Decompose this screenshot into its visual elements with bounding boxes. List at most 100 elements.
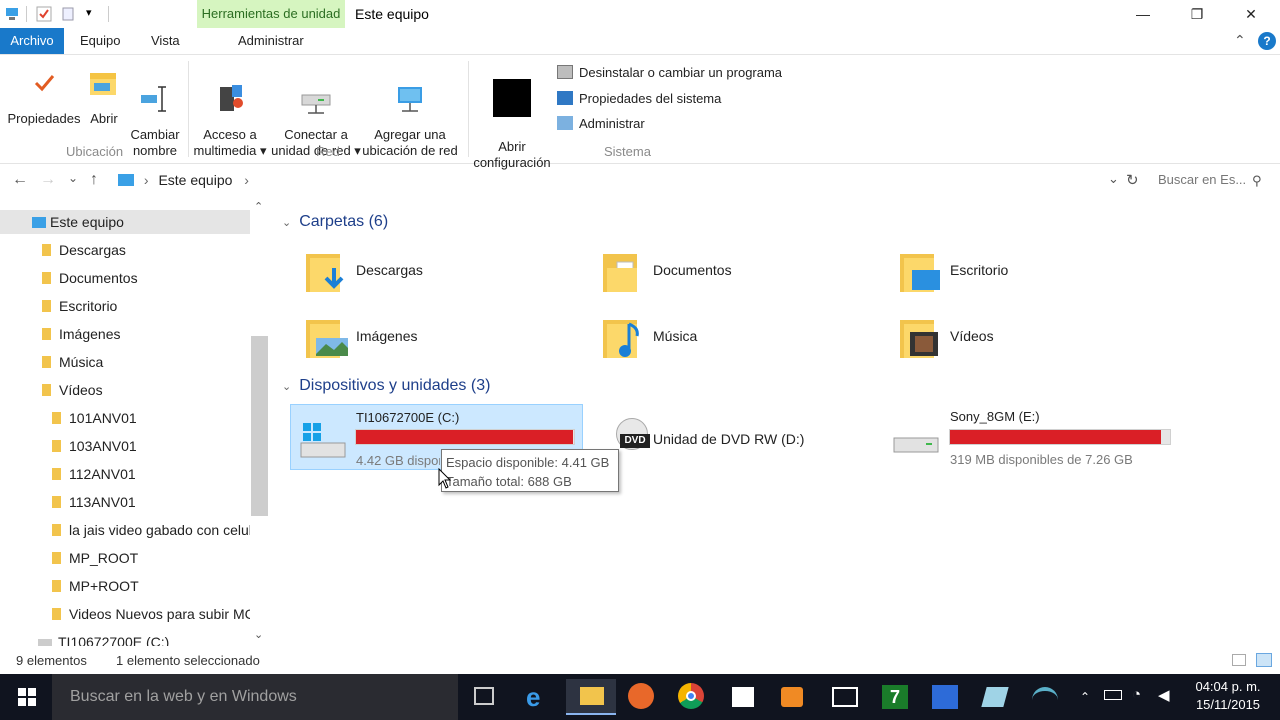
check-icon bbox=[34, 75, 55, 92]
back-button[interactable]: ← bbox=[12, 171, 28, 189]
tree-item-videos[interactable]: Vídeos bbox=[42, 378, 103, 402]
media-access-button[interactable]: Acceso a multimedia ▾ bbox=[192, 65, 268, 175]
tree-item-subfolder[interactable]: MP+ROOT bbox=[52, 574, 139, 598]
folder-tile-descargas[interactable]: Descargas bbox=[304, 244, 544, 300]
drive-tile-d[interactable]: DVD Unidad de DVD RW (D:) bbox=[606, 404, 886, 470]
tree-item-imagenes[interactable]: Imágenes bbox=[42, 322, 120, 346]
system-properties-button[interactable]: Propiedades del sistema bbox=[557, 90, 721, 108]
tree-item-subfolder[interactable]: 103ANV01 bbox=[52, 434, 137, 458]
open-label: Abrir bbox=[90, 111, 118, 126]
glass-app-icon[interactable] bbox=[974, 679, 1014, 715]
drive-tile-e[interactable]: Sony_8GM (E:) 319 MB disponibles de 7.26… bbox=[886, 404, 1186, 470]
tree-item-label: 112ANV01 bbox=[69, 466, 136, 482]
tab-administrar[interactable]: Administrar bbox=[228, 28, 314, 54]
forward-button[interactable]: → bbox=[40, 171, 56, 189]
tray-chevron-up-icon[interactable]: ⌃ bbox=[1080, 690, 1090, 704]
tree-item-este-equipo[interactable]: Este equipo bbox=[0, 210, 250, 234]
uninstall-program-button[interactable]: Desinstalar o cambiar un programa bbox=[557, 64, 782, 82]
rename-button[interactable]: Cambiar nombre bbox=[126, 65, 184, 175]
qat-dropdown-icon[interactable]: ▾ bbox=[86, 6, 92, 19]
folders-section-header[interactable]: ⌄ Carpetas (6) bbox=[282, 213, 388, 231]
game-app-icon[interactable] bbox=[924, 679, 964, 715]
tree-item-label: Escritorio bbox=[59, 298, 118, 314]
video-app-icon[interactable] bbox=[772, 679, 812, 715]
sidebar-scrollbar[interactable]: ⌃ ⌄ bbox=[250, 200, 268, 650]
large-icons-view-icon[interactable] bbox=[1256, 653, 1272, 667]
7zip-icon[interactable]: 7 bbox=[874, 679, 914, 715]
refresh-button[interactable]: ↻ bbox=[1126, 171, 1139, 189]
chrome-icon[interactable] bbox=[670, 679, 710, 715]
scroll-down-icon[interactable]: ⌄ bbox=[254, 628, 263, 641]
wifi-icon[interactable]: ◔ bbox=[1132, 686, 1141, 703]
add-network-location-button[interactable]: Agregar una ubicación de red bbox=[362, 65, 458, 175]
item-count: 9 elementos bbox=[16, 653, 87, 668]
firefox-icon[interactable] bbox=[620, 679, 660, 715]
folder-icon bbox=[52, 608, 61, 620]
folder-icon bbox=[52, 412, 61, 424]
up-button[interactable]: ↑ bbox=[90, 171, 98, 189]
folder-tile-escritorio[interactable]: Escritorio bbox=[898, 244, 1138, 300]
properties-check-icon[interactable] bbox=[36, 6, 52, 22]
open-button[interactable]: Abrir bbox=[84, 65, 124, 127]
volume-icon[interactable]: ◀ bbox=[1158, 686, 1170, 704]
media-access-label: Acceso a multimedia ▾ bbox=[193, 127, 267, 158]
battery-icon[interactable] bbox=[1104, 690, 1122, 700]
breadcrumb-item[interactable]: Este equipo bbox=[158, 172, 232, 188]
close-button[interactable]: ✕ bbox=[1228, 2, 1274, 26]
folder-tile-videos[interactable]: Vídeos bbox=[898, 310, 1138, 366]
folder-tile-imagenes[interactable]: Imágenes bbox=[304, 310, 544, 366]
manage-button[interactable]: Administrar bbox=[557, 115, 645, 133]
breadcrumb[interactable]: › Este equipo › bbox=[118, 172, 249, 188]
minimize-button[interactable]: — bbox=[1120, 2, 1166, 26]
tree-item-descargas[interactable]: Descargas bbox=[42, 238, 126, 262]
folder-tile-documentos[interactable]: Documentos bbox=[601, 244, 841, 300]
devices-section-header[interactable]: ⌄ Dispositivos y unidades (3) bbox=[282, 377, 490, 395]
scroll-up-icon[interactable]: ⌃ bbox=[254, 200, 263, 213]
task-view-button[interactable] bbox=[464, 679, 504, 715]
tree-item-subfolder[interactable]: Videos Nuevos para subir MC bbox=[52, 602, 250, 626]
edge-icon[interactable]: e bbox=[516, 679, 556, 715]
new-folder-icon[interactable] bbox=[60, 6, 76, 22]
search-icon: ⚲ bbox=[1252, 173, 1262, 188]
store-icon[interactable] bbox=[722, 679, 762, 715]
tree-item-musica[interactable]: Música bbox=[42, 350, 103, 374]
taskbar-clock[interactable]: 04:04 p. m. 15/11/2015 bbox=[1188, 678, 1268, 714]
tree-item-label: Vídeos bbox=[59, 382, 103, 398]
folder-label: Imágenes bbox=[356, 328, 418, 344]
tree-item-subfolder[interactable]: 113ANV01 bbox=[52, 490, 136, 514]
scrollbar-thumb[interactable] bbox=[251, 336, 268, 516]
tab-vista[interactable]: Vista bbox=[141, 28, 190, 54]
content-pane: ⌄ Carpetas (6) Descargas Documentos Escri… bbox=[272, 200, 1280, 650]
address-dropdown-button[interactable]: ⌄ bbox=[1108, 171, 1119, 187]
tree-item-subfolder[interactable]: la jais video gabado con celul bbox=[52, 518, 250, 542]
tree-item-subfolder[interactable]: MP_ROOT bbox=[52, 546, 138, 570]
help-icon[interactable]: ? bbox=[1258, 32, 1276, 50]
recent-locations-button[interactable]: ⌄ bbox=[68, 171, 78, 185]
file-explorer-icon[interactable] bbox=[566, 679, 616, 715]
folder-tile-musica[interactable]: Música bbox=[601, 310, 841, 366]
tree-item-escritorio[interactable]: Escritorio bbox=[42, 294, 117, 318]
properties-button[interactable]: Propiedades bbox=[6, 65, 82, 127]
system-properties-label: Propiedades del sistema bbox=[579, 91, 722, 106]
title-bar: ▾ Herramientas de unidad Este equipo — ❐… bbox=[0, 0, 1280, 28]
tree-item-subfolder[interactable]: 112ANV01 bbox=[52, 462, 136, 486]
tab-equipo[interactable]: Equipo bbox=[70, 28, 130, 54]
windows-start-icon[interactable] bbox=[18, 688, 36, 706]
collapse-ribbon-icon[interactable]: ⌃ bbox=[1234, 32, 1246, 49]
tree-item-drive-c[interactable]: TI10672700E (C:) bbox=[38, 630, 169, 646]
computer-manage-icon bbox=[557, 116, 573, 130]
details-view-icon[interactable] bbox=[1232, 654, 1246, 666]
drive-usage-fill bbox=[356, 430, 573, 444]
section-title: Carpetas (6) bbox=[299, 213, 389, 230]
uninstall-program-label: Desinstalar o cambiar un programa bbox=[579, 65, 783, 80]
wave-app-icon[interactable] bbox=[1024, 679, 1064, 715]
computer-icon[interactable] bbox=[4, 6, 20, 22]
tab-archivo[interactable]: Archivo bbox=[0, 28, 64, 54]
tree-item-documentos[interactable]: Documentos bbox=[42, 266, 138, 290]
maximize-button[interactable]: ❐ bbox=[1174, 2, 1220, 26]
computer-icon bbox=[118, 174, 134, 186]
tree-item-subfolder[interactable]: 101ANV01 bbox=[52, 406, 137, 430]
movie-maker-icon[interactable] bbox=[824, 679, 864, 715]
taskbar-search-box[interactable]: Buscar en la web y en Windows bbox=[52, 674, 458, 720]
folder-label: Escritorio bbox=[950, 262, 1009, 278]
